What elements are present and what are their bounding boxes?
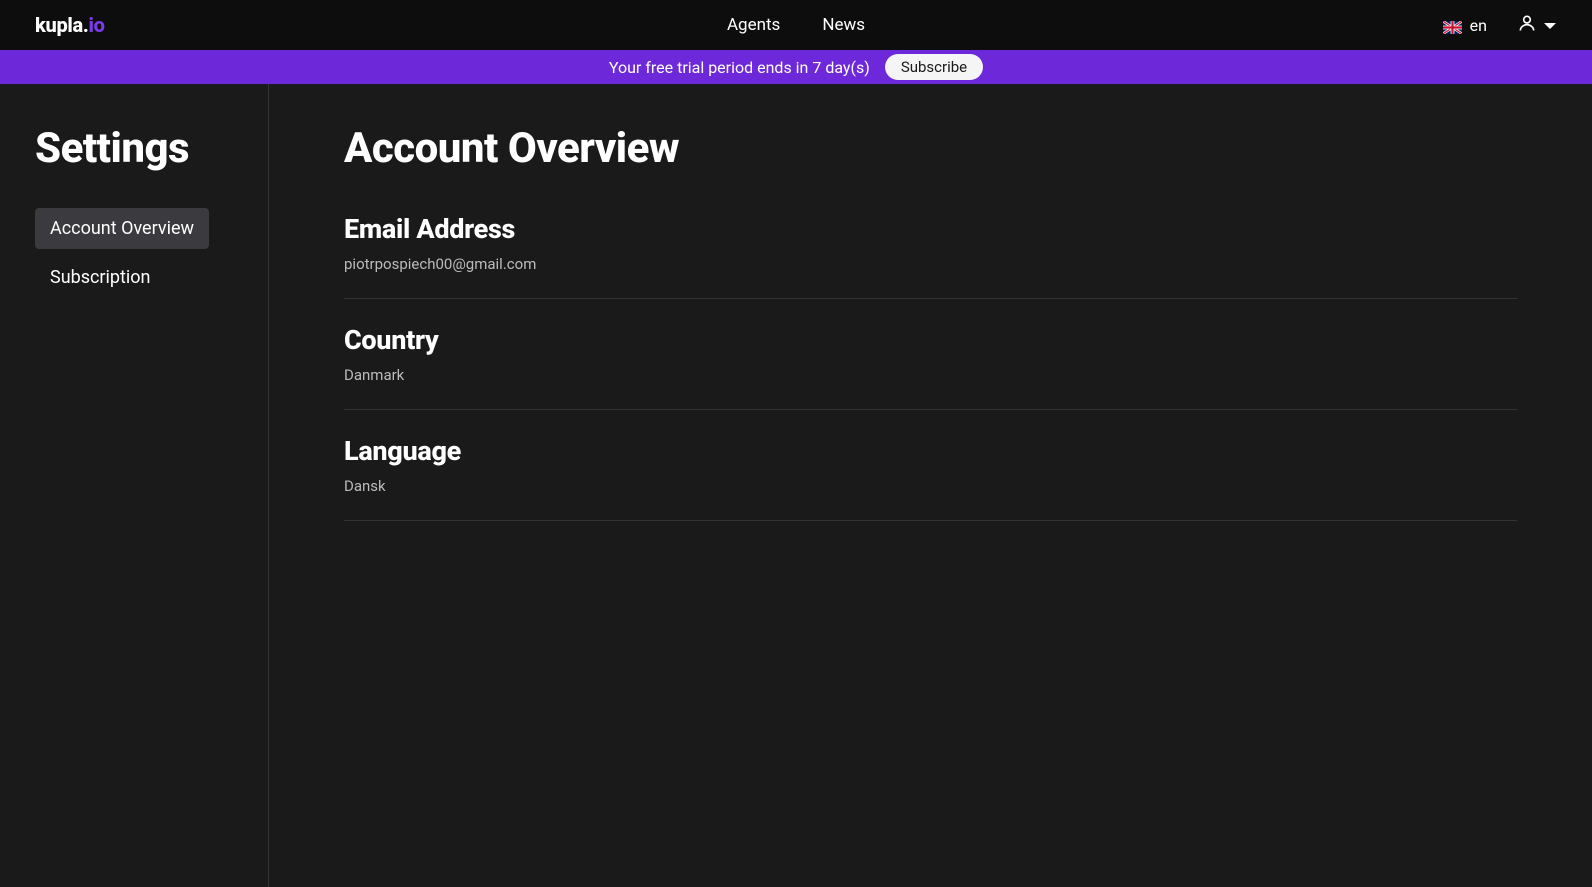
- section-language: Language Dansk: [344, 435, 1517, 521]
- language-selector[interactable]: en: [1443, 16, 1487, 35]
- logo[interactable]: kupla.io: [35, 13, 105, 37]
- sidebar-item-label: Subscription: [50, 267, 151, 288]
- section-value-email: piotrpospiech00@gmail.com: [344, 255, 1517, 273]
- sidebar-item-label: Account Overview: [50, 218, 194, 239]
- header: kupla.io Agents News en: [0, 0, 1592, 50]
- section-value-country: Danmark: [344, 366, 1517, 384]
- user-menu[interactable]: [1517, 13, 1557, 37]
- nav-link-news[interactable]: News: [822, 15, 865, 35]
- section-country: Country Danmark: [344, 324, 1517, 410]
- language-label: en: [1470, 16, 1487, 35]
- section-title-language: Language: [344, 435, 1517, 467]
- flag-icon: [1443, 19, 1462, 32]
- content: Settings Account Overview Subscription A…: [0, 84, 1592, 887]
- sidebar-item-account-overview[interactable]: Account Overview: [35, 208, 209, 249]
- logo-main: kupla: [35, 13, 83, 37]
- trial-banner: Your free trial period ends in 7 day(s) …: [0, 50, 1592, 84]
- caret-down-icon: [1543, 16, 1557, 35]
- logo-ext: io: [89, 13, 105, 37]
- section-title-email: Email Address: [344, 213, 1517, 245]
- page-title: Account Overview: [344, 124, 1517, 173]
- section-email: Email Address piotrpospiech00@gmail.com: [344, 213, 1517, 299]
- sidebar: Settings Account Overview Subscription: [0, 84, 269, 887]
- user-icon: [1517, 13, 1537, 37]
- main: Account Overview Email Address piotrposp…: [269, 84, 1592, 887]
- section-value-language: Dansk: [344, 477, 1517, 495]
- nav-center: Agents News: [727, 15, 865, 35]
- header-right: en: [1443, 13, 1557, 37]
- section-title-country: Country: [344, 324, 1517, 356]
- sidebar-item-subscription[interactable]: Subscription: [35, 257, 166, 298]
- subscribe-button[interactable]: Subscribe: [885, 54, 983, 80]
- banner-message: Your free trial period ends in 7 day(s): [609, 58, 870, 77]
- sidebar-title: Settings: [35, 124, 268, 173]
- nav-link-agents[interactable]: Agents: [727, 15, 780, 35]
